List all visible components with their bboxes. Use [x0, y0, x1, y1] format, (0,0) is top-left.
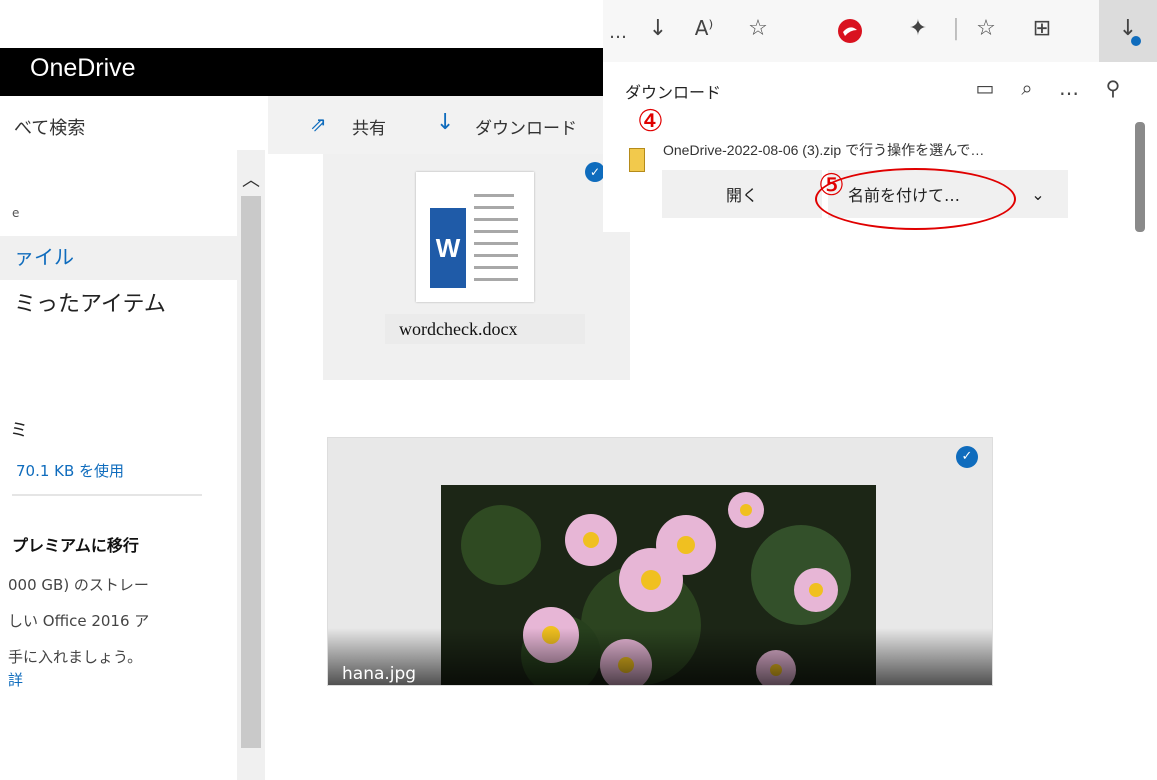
file-name[interactable]: hana.jpg	[342, 664, 416, 684]
add-favorite-icon[interactable]: ☆	[743, 16, 773, 41]
storage-used-link[interactable]: 70.1 KB を使用	[16, 460, 124, 481]
command-bar: ⇗ 共有 ↓ ダウンロード	[268, 96, 603, 154]
scrollbar-thumb[interactable]	[241, 196, 261, 748]
annotation-ellipse	[815, 168, 1016, 230]
premium-desc-line: 手に入れましょう。	[8, 648, 143, 666]
flyout-scrollbar[interactable]	[1135, 122, 1145, 232]
extensions-icon[interactable]: ✦	[903, 16, 933, 41]
scroll-up-icon[interactable]: ︿	[240, 166, 262, 192]
selected-check-icon[interactable]: ✓	[956, 446, 978, 468]
annotation-step-4: ④	[637, 104, 664, 139]
word-doc-icon: W	[416, 172, 534, 302]
share-button[interactable]: 共有	[352, 114, 386, 139]
search-box[interactable]: べて検索	[14, 114, 85, 140]
left-nav-pane: べて検索 e ァイル ミったアイテム ミ 70.1 KB を使用 プレミアムに移…	[0, 96, 268, 780]
word-logo-icon: W	[430, 208, 466, 288]
open-button[interactable]: 開く	[662, 170, 822, 218]
toolbar-separator: |	[952, 16, 960, 41]
premium-desc-line: しい Office 2016 ア	[8, 612, 150, 630]
download-badge-icon	[1131, 36, 1141, 46]
share-icon[interactable]: ⇗	[310, 112, 327, 136]
nav-section-label: e	[12, 206, 20, 220]
more-icon[interactable]: …	[603, 22, 633, 43]
nav-recycle-prefix: ミ	[14, 292, 37, 317]
caption-gradient	[328, 628, 992, 685]
premium-desc-line: 000 GB) のストレー	[8, 576, 149, 594]
favorites-icon[interactable]: ☆	[971, 16, 1001, 41]
security-icon[interactable]	[835, 18, 865, 50]
chevron-down-icon[interactable]: ⌄	[1008, 170, 1068, 218]
nav-recycle-label: ったアイテム	[36, 292, 166, 317]
file-tile-word[interactable]: W wordcheck.docx	[323, 154, 630, 380]
zip-file-icon	[629, 148, 645, 172]
premium-link[interactable]: 詳	[8, 669, 23, 690]
nav-item-recycle-bin[interactable]: ミったアイテム	[14, 286, 166, 318]
nav-item-files[interactable]: ァイル	[14, 241, 74, 270]
file-name[interactable]: wordcheck.docx	[385, 314, 585, 344]
selected-check-icon[interactable]: ✓	[585, 162, 605, 182]
download-button[interactable]: ダウンロード	[475, 114, 577, 139]
premium-heading: プレミアムに移行	[12, 536, 139, 555]
app-title[interactable]: OneDrive	[30, 54, 136, 83]
download-arrow-icon[interactable]: ↓	[643, 16, 673, 41]
more-options-icon[interactable]: …	[1055, 76, 1083, 100]
onedrive-header: OneDrive	[0, 48, 603, 96]
download-icon[interactable]: ↓	[436, 110, 454, 135]
read-aloud-icon[interactable]: A⁾	[689, 16, 719, 40]
divider	[12, 494, 202, 496]
search-icon[interactable]: ⌕	[1013, 76, 1041, 100]
browser-toolbar: … ↓ A⁾ ☆ ✦ | ☆ ⊞ ↓	[603, 0, 1157, 62]
flyout-title: ダウンロード	[625, 83, 722, 102]
storage-heading: ミ	[10, 420, 28, 441]
download-file-name[interactable]: OneDrive-2022-08-06 (3).zip で行う操作を選んで…	[663, 140, 984, 160]
collections-icon[interactable]: ⊞	[1027, 16, 1057, 41]
file-tile-image[interactable]: ✓ hana.jpg	[327, 437, 993, 686]
pin-icon[interactable]: ⚲	[1099, 76, 1127, 100]
open-folder-icon[interactable]: ▭	[971, 76, 999, 100]
